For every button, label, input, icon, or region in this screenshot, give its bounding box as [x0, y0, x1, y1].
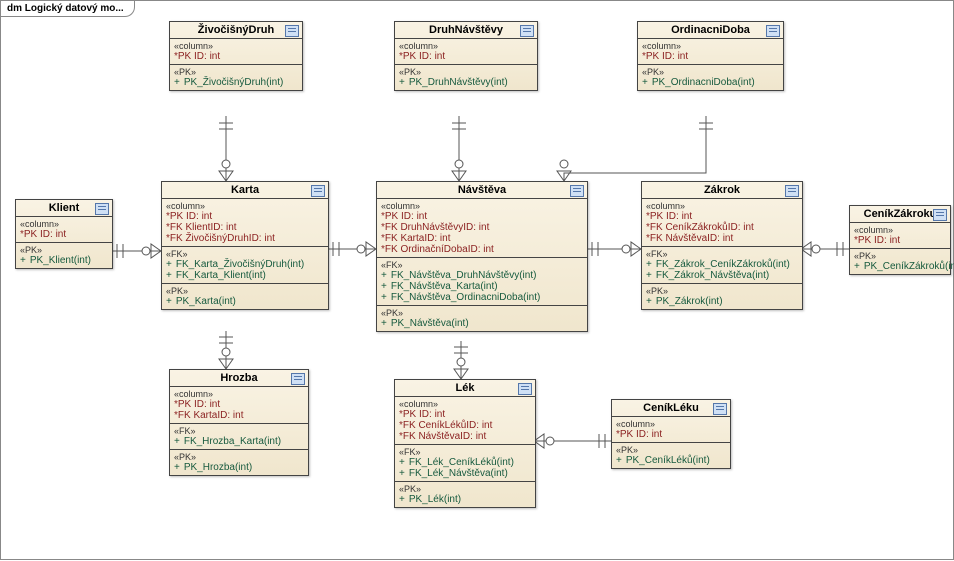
entity-zivocisnydruh[interactable]: ŽivočišnýDruh «column»*PK ID: int «PK»+P… [169, 21, 303, 91]
entity-name: CeníkLéku [643, 402, 699, 414]
entity-navsteva[interactable]: Návštěva «column» *PK ID: int *FK DruhNá… [376, 181, 588, 332]
table-icon [518, 383, 532, 395]
table-icon [95, 203, 109, 215]
table-icon [766, 25, 780, 37]
table-icon [785, 185, 799, 197]
entity-hrozba[interactable]: Hrozba «column» *PK ID: int *FK KartaID:… [169, 369, 309, 476]
diagram-canvas: dm Logický datový mo... [0, 0, 954, 560]
entity-name: DruhNávštěvy [429, 24, 503, 36]
diagram-tab: dm Logický datový mo... [1, 1, 135, 17]
entity-name: ŽivočišnýDruh [198, 24, 274, 36]
entity-ordinacnidoba[interactable]: OrdinacniDoba «column»*PK ID: int «PK»+P… [637, 21, 784, 91]
table-icon [291, 373, 305, 385]
entity-name: CeníkZákroku [864, 208, 937, 220]
entity-name: Klient [49, 202, 80, 214]
entity-druhnavstevy[interactable]: DruhNávštěvy «column»*PK ID: int «PK»+PK… [394, 21, 538, 91]
entity-name: OrdinacniDoba [671, 24, 750, 36]
entity-name: Návštěva [458, 184, 506, 196]
table-icon [285, 25, 299, 37]
entity-name: Zákrok [704, 184, 740, 196]
table-icon [311, 185, 325, 197]
entity-zakrok[interactable]: Zákrok «column» *PK ID: int *FK CeníkZák… [641, 181, 803, 310]
table-icon [570, 185, 584, 197]
table-icon [933, 209, 947, 221]
entity-name: Karta [231, 184, 259, 196]
entity-karta[interactable]: Karta «column» *PK ID: int *FK KlientID:… [161, 181, 329, 310]
entity-cenikleku[interactable]: CeníkLéku «column»*PK ID: int «PK»+PK_Ce… [611, 399, 731, 469]
entity-name: Hrozba [220, 372, 257, 384]
diagram-title: dm Logický datový mo... [7, 3, 124, 14]
entity-lek[interactable]: Lék «column» *PK ID: int *FK CeníkLékůID… [394, 379, 536, 508]
entity-cenikzakroku[interactable]: CeníkZákroku «column»*PK ID: int «PK»+PK… [849, 205, 951, 275]
table-icon [713, 403, 727, 415]
entity-klient[interactable]: Klient «column»*PK ID: int «PK»+PK_Klien… [15, 199, 113, 269]
table-icon [520, 25, 534, 37]
entity-name: Lék [456, 382, 475, 394]
